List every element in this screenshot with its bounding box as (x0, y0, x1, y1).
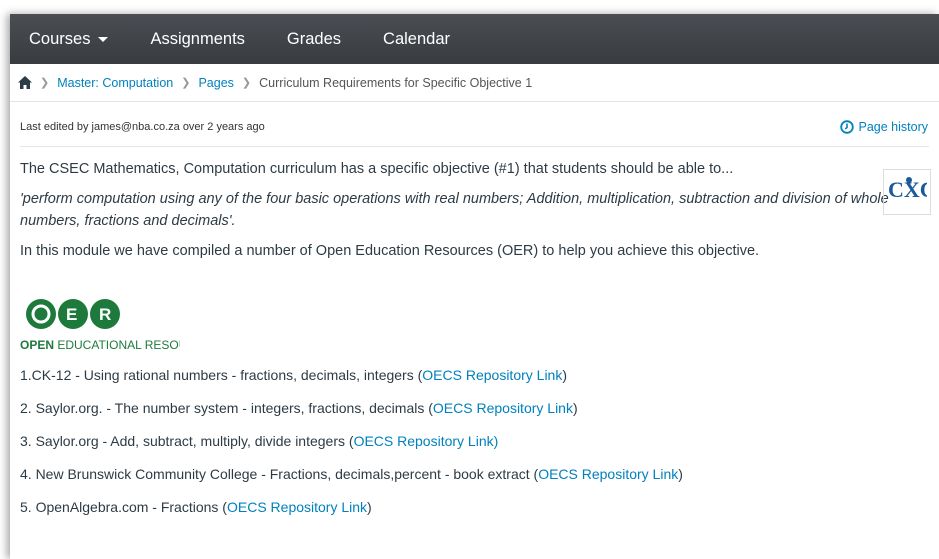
objective-quote: 'perform computation using any of the fo… (20, 191, 889, 229)
chevron-right-icon: ❯ (181, 77, 191, 89)
oecs-repository-link[interactable]: OECS Repository Link) (354, 433, 499, 449)
oecs-repository-link[interactable]: OECS Repository Link (227, 499, 367, 515)
chevron-right-icon: ❯ (40, 77, 50, 89)
oecs-repository-link[interactable]: OECS Repository Link (538, 466, 678, 482)
nav-assignments[interactable]: Assignments (150, 30, 244, 49)
resource-suffix: ) (367, 499, 372, 515)
oer-logo: E R OPEN EDUCATIONAL RESOURCES (20, 297, 221, 358)
nav-calendar[interactable]: Calendar (383, 30, 450, 49)
page-frame: Courses Assignments Grades Calendar ❯ Ma… (10, 14, 939, 559)
list-item: 1.CK-12 - Using rational numbers - fract… (20, 364, 929, 386)
cxc-logo: CXC (883, 169, 931, 215)
list-item: 3. Saylor.org - Add, subtract, multiply,… (20, 430, 929, 452)
list-item: 2. Saylor.org. - The number system - int… (20, 397, 929, 419)
page-history-link[interactable]: Page history (839, 120, 928, 134)
nav-courses[interactable]: Courses (29, 29, 109, 49)
home-icon[interactable] (18, 76, 32, 89)
list-item: 5. OpenAlgebra.com - Fractions (OECS Rep… (20, 496, 929, 518)
resource-text: 5. OpenAlgebra.com - Fractions ( (20, 499, 227, 515)
breadcrumb-pages[interactable]: Pages (198, 76, 233, 90)
resource-text: 4. New Brunswick Community College - Fra… (20, 466, 539, 482)
resource-suffix: ) (562, 367, 568, 383)
resource-text: 2. Saylor.org. - The number system - int… (20, 400, 433, 416)
intro-paragraph: The CSEC Mathematics, Computation curric… (20, 161, 734, 177)
oer-letter-r: R (99, 305, 111, 324)
resource-suffix: ) (678, 466, 683, 482)
list-item: 4. New Brunswick Community College - Fra… (20, 463, 929, 485)
breadcrumb-course[interactable]: Master: Computation (57, 76, 173, 90)
divider (20, 146, 929, 147)
caret-down-icon (98, 36, 109, 42)
resource-text: 3. Saylor.org - Add, subtract, multiply,… (20, 433, 354, 449)
module-paragraph: In this module we have compiled a number… (20, 243, 760, 259)
nav-grades[interactable]: Grades (287, 30, 341, 49)
oecs-repository-link[interactable]: OECS Repository Link (422, 367, 562, 383)
nav-courses-label: Courses (29, 29, 91, 48)
oer-caption: OPEN EDUCATIONAL RESOURCES (20, 338, 180, 352)
oecs-repository-link[interactable]: OECS Repository Link (433, 400, 573, 416)
resource-list: 1.CK-12 - Using rational numbers - fract… (20, 364, 929, 518)
resource-suffix: ) (572, 400, 578, 416)
page-history-label: Page history (858, 120, 928, 134)
last-edited-text: Last edited by james@nba.co.za over 2 ye… (20, 121, 265, 133)
breadcrumb-current: Curriculum Requirements for Specific Obj… (259, 75, 533, 90)
breadcrumb: ❯ Master: Computation ❯ Pages ❯ Curricul… (10, 64, 939, 102)
oer-letter-e: E (66, 305, 77, 324)
page-meta: Last edited by james@nba.co.za over 2 ye… (10, 102, 939, 138)
page-content: CXC The CSEC Mathematics, Computation cu… (10, 146, 939, 518)
global-nav: Courses Assignments Grades Calendar (10, 14, 939, 64)
history-icon (839, 120, 854, 134)
resource-text: 1.CK-12 - Using rational numbers - fract… (20, 367, 423, 383)
chevron-right-icon: ❯ (241, 77, 252, 89)
